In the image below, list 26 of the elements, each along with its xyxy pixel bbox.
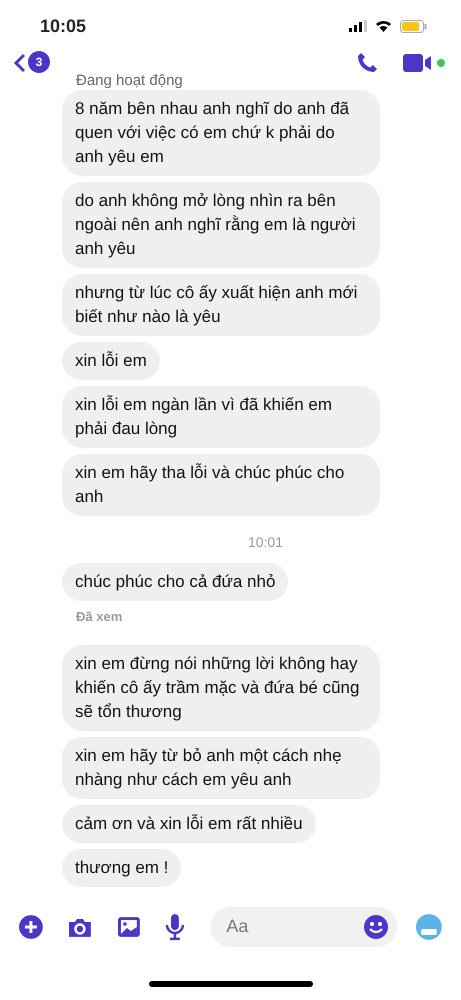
message-bubble: thương em ! — [62, 848, 182, 886]
status-time: 10:05 — [40, 14, 86, 38]
active-status: Đang hoạt động — [76, 72, 184, 90]
smiley-icon[interactable] — [363, 914, 390, 940]
message-bubble: xin em đừng nói những lời không hay khiến cô ấy trầm mặc và đứa bé cũng sẽ tổn thương — [62, 644, 380, 730]
message-bubble: do anh không mở lòng nhìn ra bên ngoài nên anh nghĩ rằng em là người anh yêu — [62, 182, 380, 268]
unread-badge[interactable]: 3 — [28, 51, 50, 73]
signal-icon — [349, 20, 367, 32]
message-bubble: xin lỗi em ngàn lần vì đã khiến em phải đau lòng — [62, 386, 380, 448]
seen-status: Đã xem — [76, 608, 124, 626]
microphone-icon[interactable] — [164, 912, 186, 940]
battery-icon — [400, 20, 427, 32]
timestamp: 10:01 — [248, 533, 284, 552]
message-field[interactable]: Aa — [210, 906, 398, 946]
phone-icon[interactable] — [355, 51, 379, 75]
message-bubble: nhưng từ lúc cô ấy xuất hiện anh mới biết như nào là yêu — [62, 274, 380, 336]
message-bubble: xin lỗi em — [62, 342, 160, 380]
message-bubble: xin em hãy từ bỏ anh một cách nhẹ nhàng như cách em yêu anh — [62, 736, 380, 798]
message-bubble: cảm ơn và xin lỗi em rất nhiều — [62, 804, 316, 842]
wifi-icon — [375, 20, 392, 32]
video-camera-icon[interactable] — [403, 53, 447, 73]
message-bubble: xin em hãy tha lỗi và chúc phúc cho anh — [62, 454, 380, 516]
plus-icon[interactable] — [18, 914, 44, 940]
message-bubble: 8 năm bên nhau anh nghĩ do anh đã quen với việc có em chứ k phải do anh yêu em — [62, 90, 380, 176]
message-bubble: chúc phúc cho cả đứa nhỏ — [62, 563, 288, 601]
back-icon[interactable] — [14, 53, 26, 73]
